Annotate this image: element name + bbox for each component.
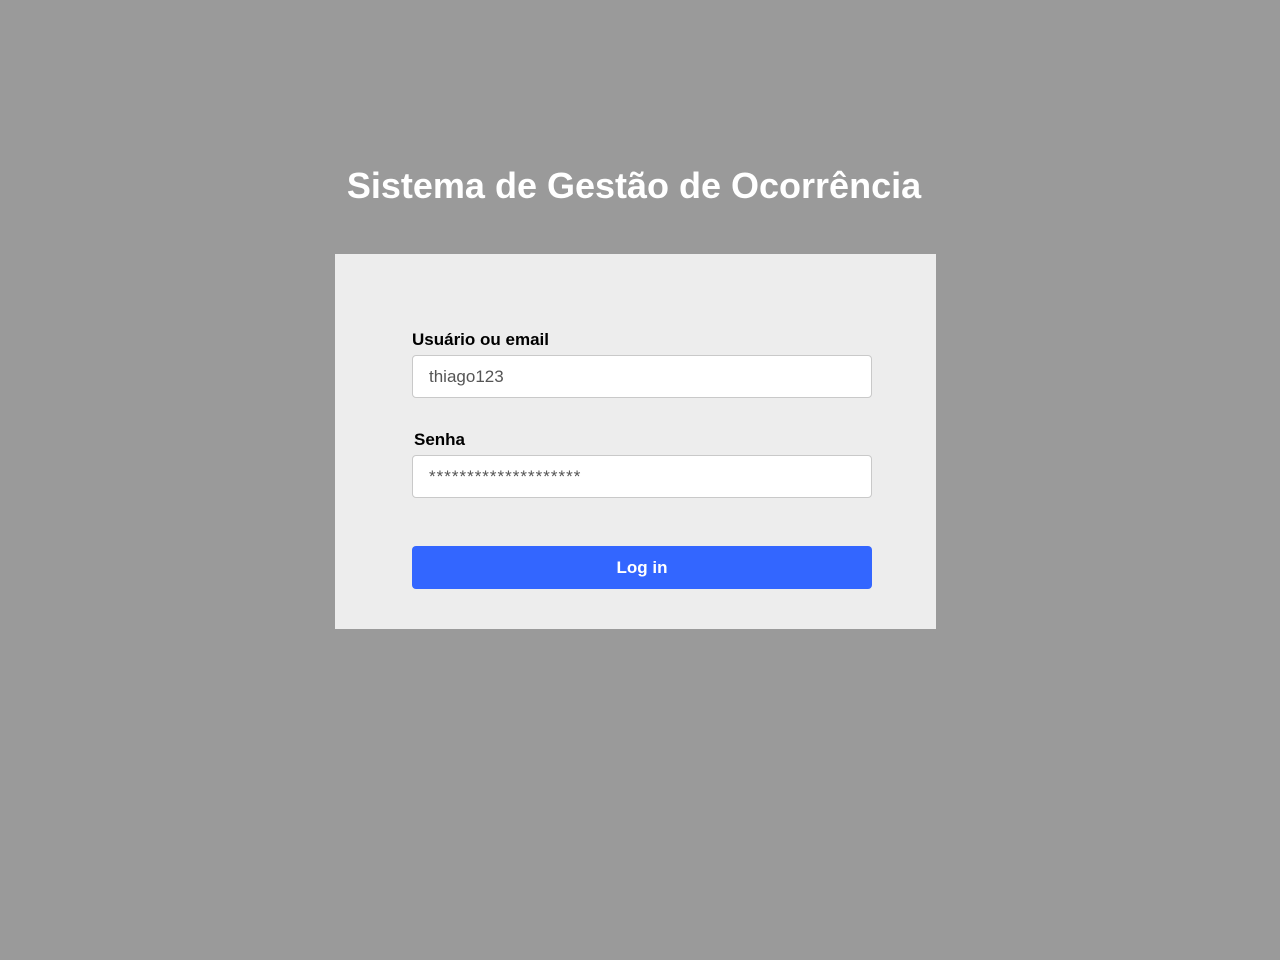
username-label: Usuário ou email xyxy=(412,330,549,349)
login-button[interactable]: Log in xyxy=(412,546,872,589)
login-page: Sistema de Gestão de Ocorrência Usuário … xyxy=(0,0,1280,960)
password-label: Senha xyxy=(414,430,466,449)
password-input[interactable] xyxy=(412,455,872,498)
login-card: Usuário ou email Senha Log in xyxy=(335,254,936,629)
username-input[interactable] xyxy=(412,355,872,398)
page-title: Sistema de Gestão de Ocorrência xyxy=(346,165,922,206)
